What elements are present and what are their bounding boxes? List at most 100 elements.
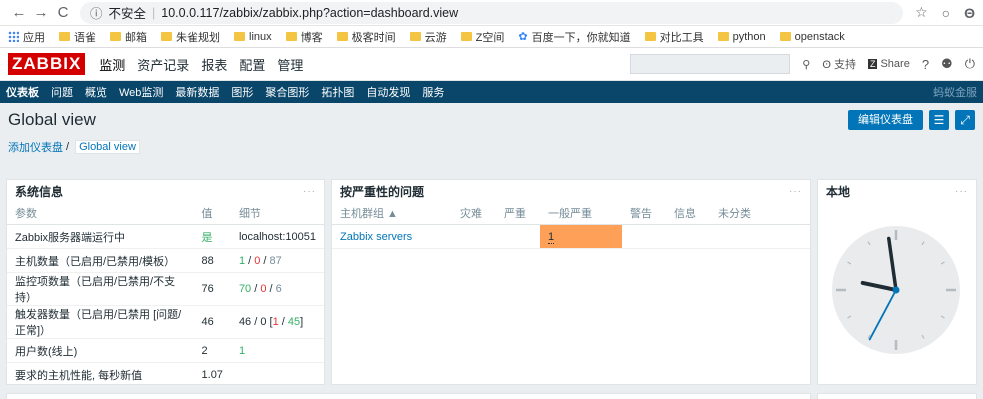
table-row: 监控项数量（已启用/已禁用/不支持） 76 70 / 0 / 6 [7,272,324,306]
value-cell: 76 [193,272,231,306]
tab-web[interactable]: Web监测 [119,84,163,100]
column-header-value: 值 [193,202,231,225]
param-cell: 要求的主机性能, 每秒新值 [7,362,194,387]
omnibox-separator: | [152,5,156,20]
menu-administration[interactable]: 管理 [277,55,303,74]
clock-widget: 本地 ··· [817,179,977,385]
bookmark-star-icon[interactable]: ☆ [915,4,928,21]
url-path: /zabbix/zabbix.php?action=dashboard.view [219,5,459,20]
widget-menu-icon[interactable]: ··· [789,186,802,197]
folder-icon [409,32,421,41]
tab-services[interactable]: 服务 [422,84,444,100]
search-input[interactable] [630,54,791,74]
address-bar[interactable]: ⓘ 不安全 | 10.0.0.117/zabbix/zabbix.php?act… [80,1,904,24]
bookmark-item[interactable]: Z空间 [460,29,504,45]
tab-dashboard[interactable]: 仪表板 [6,84,39,100]
widget-title: 系统信息 [15,184,64,199]
tab-graphs[interactable]: 图形 [231,84,253,100]
support-link[interactable]: ʘ 支持 [822,56,856,72]
folder-icon [779,32,791,41]
breadcrumb-separator: / [66,141,70,153]
menu-configuration[interactable]: 配置 [239,55,265,74]
sign-out-icon[interactable]: ⏻ [965,56,975,72]
bookmark-item[interactable]: ✿ 百度一下，你就知道 [518,29,630,45]
apps-grid-icon [8,31,19,42]
share-link[interactable]: Z Share [867,58,910,70]
breadcrumb-current[interactable]: Global view [75,140,140,154]
zabbix-logo[interactable]: ZABBIX [8,53,86,75]
bookmark-item[interactable]: python [717,31,766,43]
widget-title: 按严重性的问题 [340,184,425,199]
column-header-disaster: 灾难 [452,202,496,225]
menu-icon[interactable]: ☰ [929,110,949,130]
tab-overview[interactable]: 概览 [85,84,107,100]
tab-problems[interactable]: 问题 [51,84,73,100]
param-cell: 触发器数量（已启用/已禁用 [问题/正常]） [7,305,194,339]
value-cell: 是 [193,224,231,249]
menu-inventory[interactable]: 资产记录 [137,55,189,74]
search-icon[interactable]: ⚲ [802,58,810,71]
menu-monitoring[interactable]: 监测 [99,55,125,74]
value-cell: 46 [193,305,231,339]
forward-icon[interactable]: → [30,4,52,21]
column-header-high: 严重 [496,202,540,225]
param-cell: 主机数量（已启用/已禁用/模板） [7,248,194,273]
tab-discovery[interactable]: 自动发现 [366,84,410,100]
detail-cell: 46 / 0 [1 / 45] [230,305,324,339]
user-profile-icon[interactable]: ⚉ [941,56,953,72]
bookmark-item[interactable]: 博客 [285,29,323,45]
breadcrumb-dashboards[interactable]: 添加仪表盘 [8,139,63,155]
detail-cell [230,362,324,387]
folder-icon [644,32,656,41]
extension-icon[interactable]: ○ [942,5,950,21]
column-header-warning: 警告 [622,202,666,225]
bookmark-item[interactable]: linux [234,31,272,43]
bookmark-item[interactable]: 朱雀规划 [161,29,220,45]
host-group-link[interactable]: Zabbix servers [332,224,452,249]
menu-reports[interactable]: 报表 [201,55,227,74]
table-row: 要求的主机性能, 每秒新值 1.07 [7,362,324,387]
bookmark-item[interactable]: 对比工具 [644,29,704,45]
disaster-cell [452,224,496,249]
widget-title: 本地 [826,184,851,199]
widget-partial [817,393,977,399]
information-cell [666,224,710,249]
system-info-table: 参数 值 细节 Zabbix服务器端运行中 是 localhost:10051 … [7,202,324,387]
average-cell[interactable]: 1 [540,224,622,249]
bookmarks-bar: 应用 语雀 邮箱 朱雀规划 linux 博客 极客时间 云游 Z空间 ✿ 百度一下… [0,26,983,48]
problems-table: 主机群组 ▲ 灾难 严重 一般严重 警告 信息 未分类 Zabbix serve… [332,202,810,249]
info-icon[interactable]: ⓘ [90,3,103,22]
bookmark-item[interactable]: 语雀 [59,29,96,45]
edit-dashboard-button[interactable]: 编辑仪表盘 [848,110,923,130]
widget-partial [6,393,811,399]
tab-screens[interactable]: 聚合图形 [265,84,309,100]
url-host: 10.0.0.117 [161,5,220,20]
value-cell: 1.07 [193,362,231,387]
param-cell: 监控项数量（已启用/已禁用/不支持） [7,272,194,306]
profile-icon[interactable]: Θ [964,5,975,21]
fullscreen-icon[interactable]: ⤢ [955,110,975,130]
folder-icon [285,32,297,41]
bookmark-item[interactable]: 云游 [409,29,447,45]
back-icon[interactable]: ← [8,4,30,21]
widget-menu-icon[interactable]: ··· [303,186,316,197]
help-icon[interactable]: ? [922,57,929,72]
clock-center [892,286,900,294]
column-header-information: 信息 [666,202,710,225]
detail-cell: 70 / 0 / 6 [230,272,324,306]
table-row: 用户数(线上) 2 1 [7,338,324,363]
tab-maps[interactable]: 拓扑图 [321,84,354,100]
bookmark-item[interactable]: openstack [779,31,845,43]
folder-icon [110,32,121,41]
column-header-detail: 细节 [230,202,324,225]
bookmark-item[interactable]: 极客时间 [336,29,396,45]
table-row: Zabbix服务器端运行中 是 localhost:10051 [7,224,324,249]
column-header-host-group[interactable]: 主机群组 ▲ [332,202,452,225]
tab-latest-data[interactable]: 最新数据 [175,84,219,100]
reload-icon[interactable]: C [52,4,74,21]
bookmark-apps[interactable]: 应用 [8,29,45,45]
widget-menu-icon[interactable]: ··· [955,186,968,197]
bookmark-item[interactable]: 邮箱 [110,29,147,45]
breadcrumb: 添加仪表盘 / Global view [0,137,983,157]
value-cell: 2 [193,338,231,363]
